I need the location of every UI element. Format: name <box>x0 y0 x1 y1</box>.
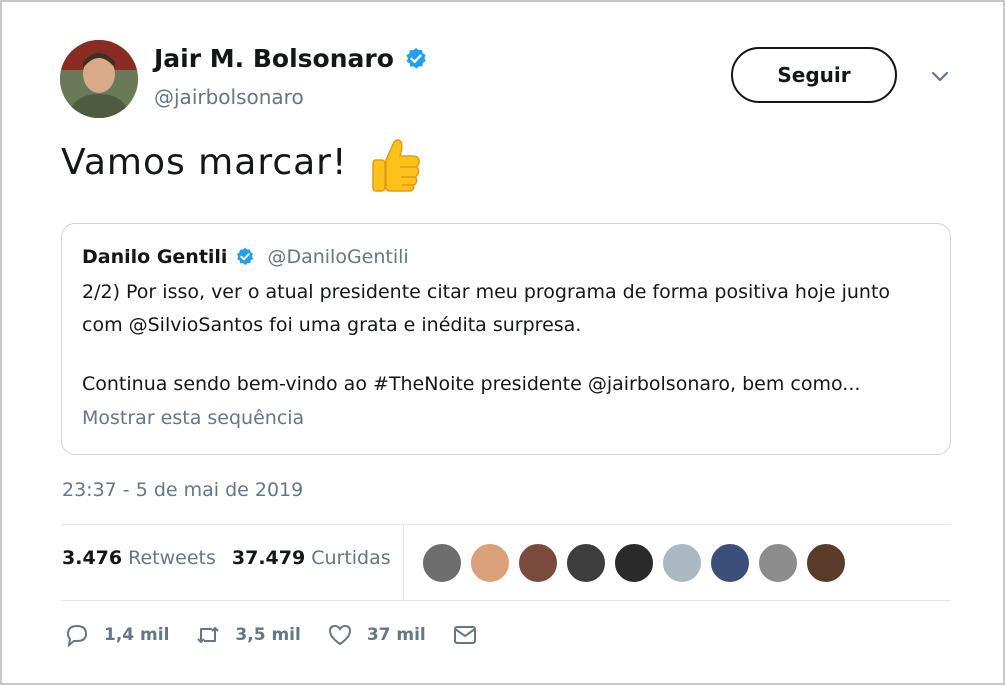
quoted-text-line: 2/2) Por isso, ver o atual presidente ci… <box>82 281 891 303</box>
tweet-text: Vamos marcar! <box>61 142 348 183</box>
tweet-card: Jair M. Bolsonaro @jairbolsonaro Seguir … <box>0 0 1005 685</box>
reply-count: 1,4 mil <box>104 625 170 645</box>
liker-avatar[interactable] <box>470 543 510 583</box>
divider <box>61 600 951 601</box>
thumbs-up-icon <box>372 139 420 192</box>
liker-avatar[interactable] <box>566 543 606 583</box>
likes-stat[interactable]: 37.479 Curtidas <box>232 547 391 569</box>
liker-avatar[interactable] <box>518 543 558 583</box>
retweet-count: 3,5 mil <box>235 625 301 645</box>
chevron-down-icon[interactable] <box>930 70 950 84</box>
liker-avatars <box>422 543 846 583</box>
tweet-stats: 3.476 Retweets 37.479 Curtidas <box>62 547 391 569</box>
quoted-text-line: com @SilvioSantos foi uma grata e inédit… <box>82 314 582 336</box>
retweets-label: Retweets <box>128 547 216 569</box>
reply-button[interactable]: 1,4 mil <box>64 622 169 648</box>
quoted-text-line: Continua sendo bem-vindo ao #TheNoite pr… <box>82 373 861 395</box>
liker-avatar[interactable] <box>422 543 462 583</box>
likes-count: 37.479 <box>231 547 306 569</box>
message-button[interactable] <box>452 622 478 648</box>
retweet-button[interactable]: 3,5 mil <box>195 622 301 648</box>
retweets-count: 3.476 <box>62 547 123 569</box>
author-name[interactable]: Jair M. Bolsonaro <box>154 44 394 73</box>
liker-avatar[interactable] <box>806 543 846 583</box>
quoted-author-name: Danilo Gentili <box>82 246 228 268</box>
liker-avatar[interactable] <box>614 543 654 583</box>
tweet-actions: 1,4 mil 3,5 mil 37 mil <box>64 622 504 648</box>
retweets-stat[interactable]: 3.476 Retweets <box>62 547 216 569</box>
author-handle[interactable]: @jairbolsonaro <box>154 85 304 109</box>
author-avatar[interactable] <box>60 40 138 118</box>
quoted-author-handle: @DaniloGentili <box>267 246 409 268</box>
heart-icon <box>328 624 351 646</box>
likes-label: Curtidas <box>311 547 391 569</box>
like-button[interactable]: 37 mil <box>327 622 426 648</box>
reply-icon <box>66 624 88 648</box>
liker-avatar[interactable] <box>710 543 750 583</box>
divider <box>61 524 951 525</box>
verified-badge-icon <box>406 47 426 69</box>
envelope-icon <box>453 626 476 644</box>
tweet-timestamp[interactable]: 23:37 - 5 de mai de 2019 <box>62 479 303 501</box>
like-count: 37 mil <box>366 625 426 645</box>
author-name-row[interactable]: Jair M. Bolsonaro <box>154 44 428 73</box>
follow-button[interactable]: Seguir <box>731 47 897 103</box>
divider <box>403 525 404 600</box>
quoted-tweet[interactable]: Danilo Gentili @DaniloGentili 2/2) Por i… <box>61 223 951 455</box>
show-thread-link[interactable]: Mostrar esta sequência <box>82 407 304 429</box>
retweet-icon <box>197 627 220 643</box>
quoted-author-row: Danilo Gentili @DaniloGentili <box>82 246 409 268</box>
liker-avatar[interactable] <box>758 543 798 583</box>
verified-badge-icon <box>237 247 254 265</box>
liker-avatar[interactable] <box>662 543 702 583</box>
